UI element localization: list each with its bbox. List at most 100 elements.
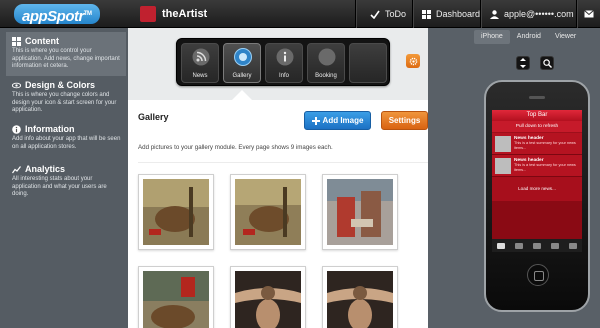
screen-tab-icon: [551, 242, 559, 249]
gallery-thumbnail[interactable]: [138, 266, 214, 328]
screen-load-more: Load more news...: [492, 177, 582, 201]
envelope-icon: [584, 10, 594, 18]
settings-button[interactable]: Settings: [381, 111, 428, 130]
nav-divider: [480, 0, 481, 28]
screen-news-item: News header This is a test summary for y…: [492, 133, 582, 155]
gallery-image: [143, 179, 209, 245]
dashboard-icon: [422, 9, 431, 19]
dashboard-label: Dashboard: [436, 9, 481, 19]
account-email: apple@••••••.com: [504, 9, 574, 19]
info-icon: [12, 124, 21, 134]
nav-divider: [412, 0, 413, 28]
todo-link[interactable]: ToDo: [370, 0, 406, 28]
gallery-image: [235, 179, 301, 245]
tab-android[interactable]: Android: [510, 30, 548, 44]
iphone-preview: Top Bar Pull down to refresh News header…: [484, 80, 590, 312]
preview-panel: iPhone Android Viewer Top Bar Pull down …: [428, 28, 600, 328]
screen-tab-icon: [497, 242, 505, 249]
sidebar-item-title: Content: [25, 36, 59, 46]
sidebar-item-information[interactable]: Information Add info about your app that…: [6, 120, 126, 160]
news-summary: This is a test summary for your news ite…: [514, 163, 576, 172]
todo-label: ToDo: [385, 9, 407, 19]
device-tabs: iPhone Android Viewer: [474, 30, 583, 44]
module-empty-slot[interactable]: [349, 43, 387, 83]
screen-tab-icon: [533, 242, 541, 249]
sidebar-item-desc: This is where you change colors and desi…: [12, 92, 117, 113]
eye-icon: [12, 82, 21, 88]
user-icon: [490, 9, 499, 19]
add-image-label: Add Image: [322, 116, 364, 125]
gallery-thumbnail[interactable]: [138, 174, 214, 250]
module-label: Booking: [315, 73, 337, 79]
account-menu[interactable]: apple@••••••.com: [490, 0, 574, 28]
sidebar-item-desc: Add info about your app that will be see…: [12, 136, 121, 150]
screen-top-bar: Top Bar: [492, 110, 582, 121]
tab-viewer[interactable]: Viewer: [548, 30, 583, 44]
sidebar: Content This is where you control your a…: [0, 28, 128, 328]
app-name: theArtist: [162, 8, 208, 20]
nav-divider: [355, 0, 356, 28]
module-bar: News Gallery Info Booking: [176, 38, 390, 86]
checkmark-icon: [370, 10, 380, 19]
gallery-thumbnail[interactable]: [230, 174, 306, 250]
module-gallery[interactable]: Gallery: [223, 43, 261, 83]
gallery-thumbnail[interactable]: [322, 266, 398, 328]
logo-trademark: TM: [83, 11, 92, 17]
dashboard-link[interactable]: Dashboard: [422, 0, 480, 28]
gear-icon: [409, 57, 417, 65]
add-image-button[interactable]: Add Image: [304, 111, 371, 130]
gallery-image: [327, 271, 393, 328]
top-bar: appSpotrTM theArtist ToDo Dashboard appl…: [0, 0, 600, 28]
module-booking[interactable]: Booking: [307, 43, 345, 83]
rotate-button[interactable]: [516, 56, 530, 70]
screen-pull-refresh: Pull down to refresh: [492, 121, 582, 133]
module-news[interactable]: News: [181, 43, 219, 83]
messages-button[interactable]: [584, 0, 594, 28]
sidebar-item-design[interactable]: Design & Colors This is where you change…: [6, 76, 126, 120]
rss-icon: [192, 48, 210, 66]
gallery-image: [235, 271, 301, 328]
selected-module-pointer: [232, 90, 252, 100]
screen-tab-bar: [492, 239, 582, 252]
grid-icon: [12, 36, 21, 46]
news-summary: This is a test summary for your news ite…: [514, 141, 576, 150]
gallery-icon: [234, 48, 252, 66]
home-button: [527, 264, 549, 286]
magnifier-icon: [542, 58, 552, 68]
logo-text: appSpotr: [22, 8, 84, 25]
sidebar-item-content[interactable]: Content This is where you control your a…: [6, 32, 126, 76]
phone-speaker: [529, 96, 545, 99]
arrows-vertical-icon: [520, 58, 526, 68]
screen-tab-icon: [515, 242, 523, 249]
module-label: Gallery: [232, 73, 252, 79]
sidebar-item-title: Analytics: [25, 164, 66, 174]
gallery-description: Add pictures to your gallery module. Eve…: [138, 144, 333, 151]
module-settings-button[interactable]: [406, 54, 420, 68]
sidebar-item-desc: All interesting stats about your applica…: [12, 176, 107, 197]
settings-label: Settings: [388, 116, 421, 125]
info-icon: [276, 48, 294, 66]
main-panel: News Gallery Info Booking Gallery Add Im…: [128, 28, 428, 328]
zoom-button[interactable]: [540, 56, 554, 70]
sidebar-item-title: Design & Colors: [25, 80, 96, 90]
gallery-thumbnail[interactable]: [230, 266, 306, 328]
app-icon: [140, 6, 156, 22]
screen-news-item: News header This is a test summary for y…: [492, 155, 582, 177]
module-label: Info: [278, 73, 289, 79]
tab-iphone[interactable]: iPhone: [474, 30, 510, 44]
divider: [138, 162, 428, 163]
module-info[interactable]: Info: [265, 43, 303, 83]
sidebar-item-title: Information: [25, 124, 75, 134]
booking-icon: [318, 48, 336, 66]
gallery-image: [143, 271, 209, 328]
sidebar-item-analytics[interactable]: Analytics All interesting stats about yo…: [6, 160, 126, 204]
plus-icon: [311, 116, 320, 125]
appspotr-logo[interactable]: appSpotrTM: [14, 4, 100, 25]
screen-tab-icon: [569, 242, 577, 249]
phone-screen: Top Bar Pull down to refresh News header…: [492, 110, 582, 252]
chart-icon: [12, 165, 21, 173]
gallery-thumbnail[interactable]: [322, 174, 398, 250]
module-label: News: [192, 73, 208, 79]
news-thumbnail: [495, 158, 511, 174]
news-thumbnail: [495, 136, 511, 152]
